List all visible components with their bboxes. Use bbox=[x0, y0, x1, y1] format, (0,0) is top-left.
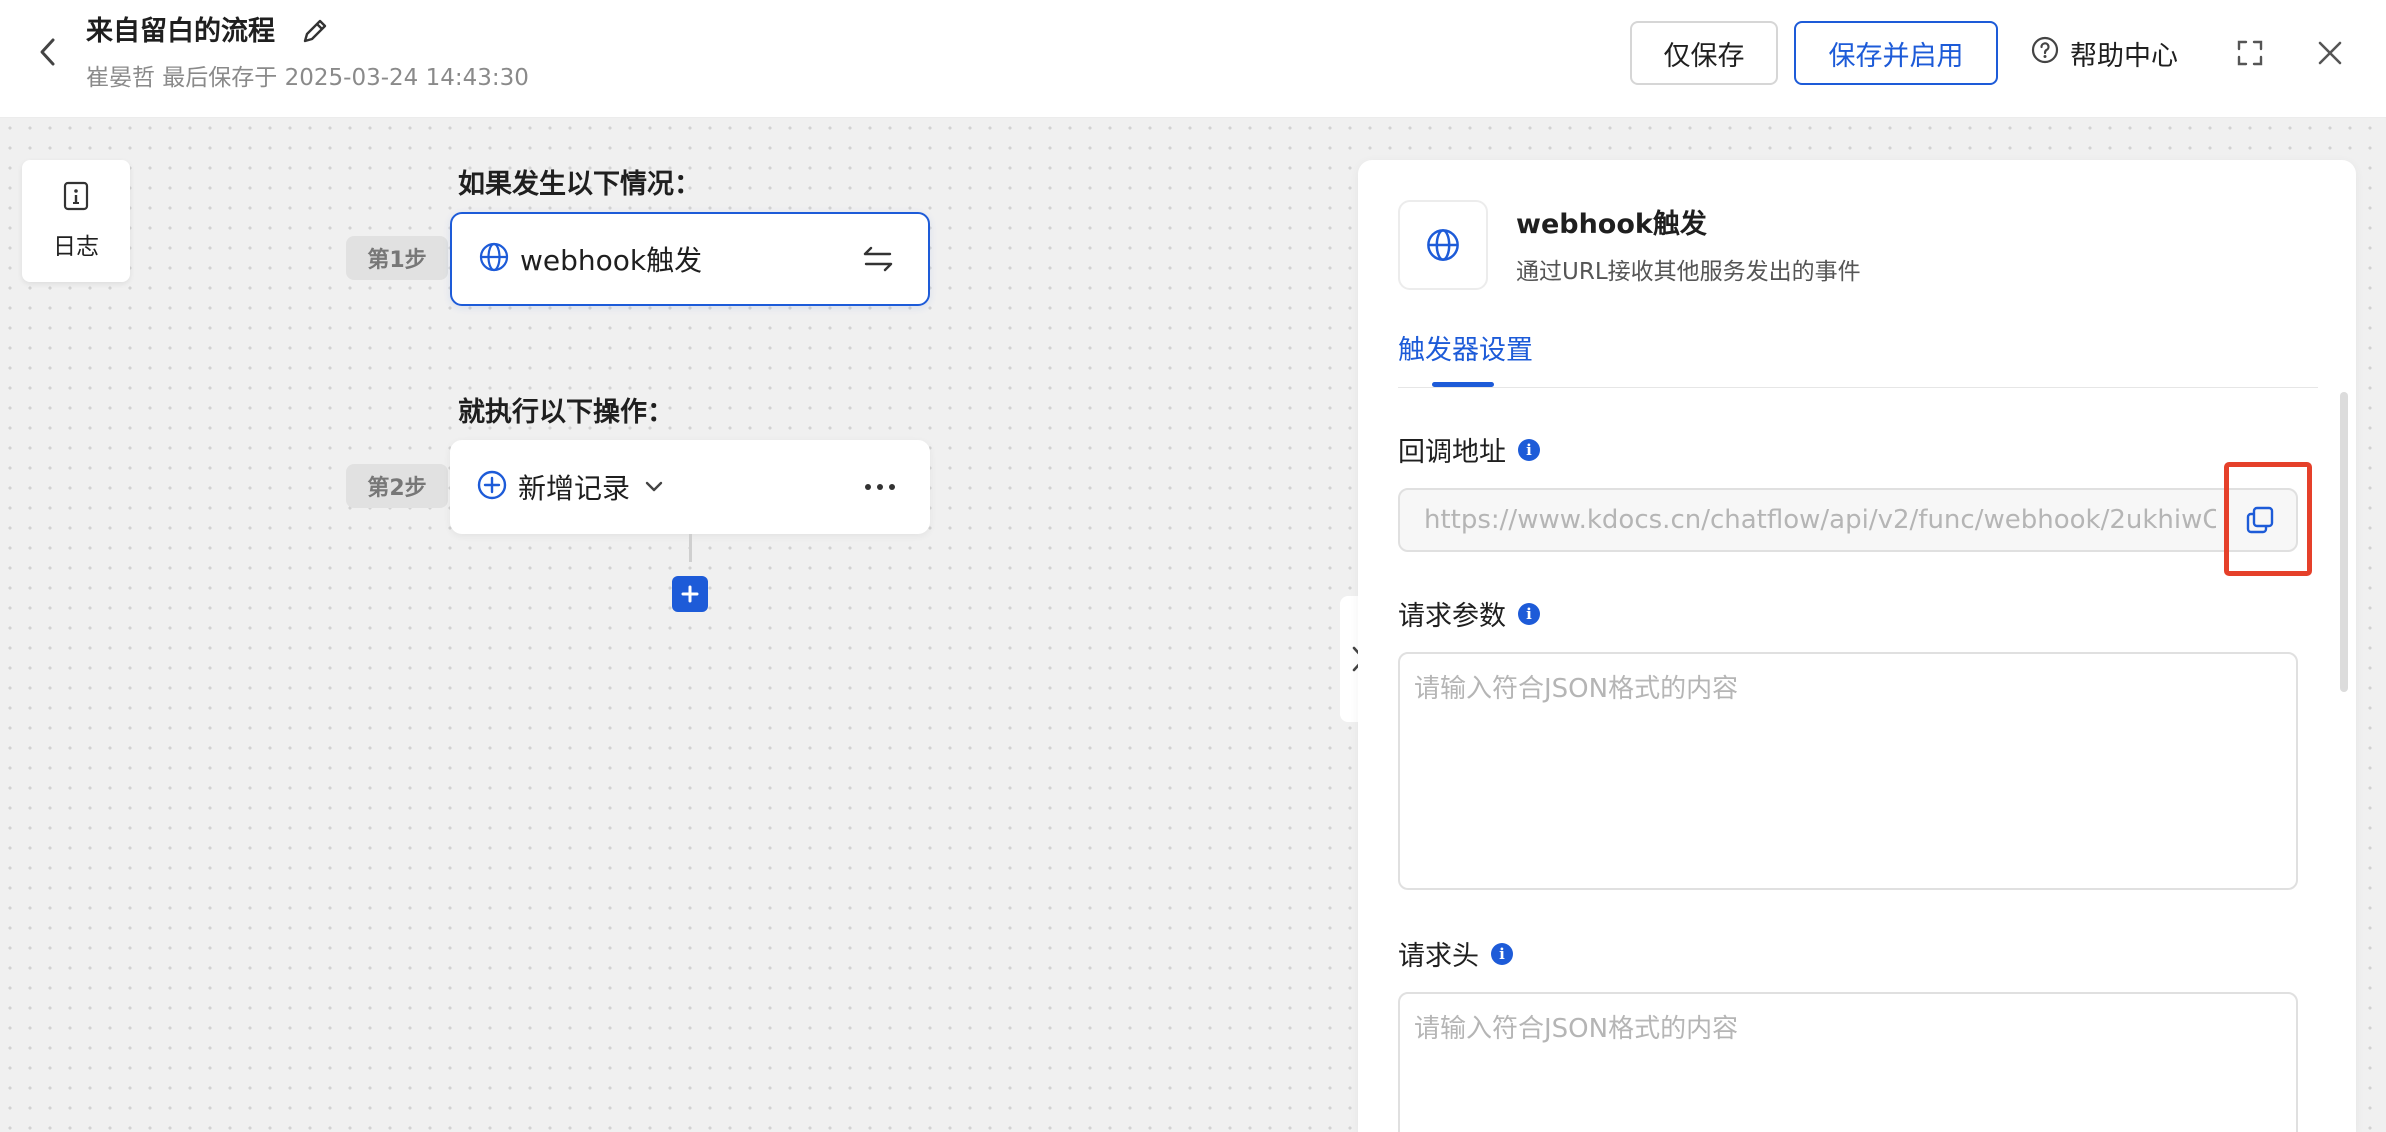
globe-icon bbox=[478, 241, 510, 277]
action-section-label: 就执行以下操作： bbox=[458, 397, 674, 428]
step1-tag: 第1步 bbox=[346, 236, 448, 280]
save-only-button[interactable]: 仅保存 bbox=[1630, 21, 1778, 85]
info-icon[interactable]: i bbox=[1518, 602, 1540, 625]
panel-tabs: 触发器设置 bbox=[1398, 328, 2318, 388]
callback-url-label-text: 回调地址 bbox=[1398, 437, 1506, 468]
request-params-label: 请求参数 i bbox=[1398, 594, 1540, 633]
log-button[interactable]: 日志 bbox=[22, 160, 130, 282]
request-params-label-text: 请求参数 bbox=[1398, 601, 1506, 632]
plus-circle-icon bbox=[476, 469, 508, 505]
copy-button-highlight bbox=[2224, 462, 2312, 576]
fullscreen-expand-icon[interactable] bbox=[2230, 33, 2270, 73]
callback-url-field[interactable]: https://www.kdocs.cn/chatflow/api/v2/fun… bbox=[1398, 488, 2298, 552]
globe-icon bbox=[1398, 200, 1488, 290]
panel-title: webhook触发 bbox=[1516, 209, 1707, 240]
tab-active-indicator bbox=[1432, 382, 1494, 387]
action-node-label: 新增记录 bbox=[518, 472, 631, 505]
close-icon[interactable] bbox=[2310, 33, 2350, 73]
add-step-plus-icon[interactable] bbox=[672, 576, 708, 612]
request-params-textarea[interactable]: 请输入符合JSON格式的内容 bbox=[1398, 652, 2298, 890]
help-center-link[interactable]: 帮助中心 bbox=[2030, 32, 2178, 74]
panel-description: 通过URL接收其他服务发出的事件 bbox=[1516, 259, 1861, 285]
top-header: 来自留白的流程 崔晏哲 最后保存于 2025-03-24 14:43:30 仅保… bbox=[0, 0, 2386, 118]
chevron-down-icon[interactable] bbox=[644, 480, 664, 494]
callback-url-label: 回调地址 i bbox=[1398, 430, 1540, 469]
info-icon[interactable]: i bbox=[1518, 438, 1540, 461]
request-headers-label: 请求头 i bbox=[1398, 934, 1513, 973]
panel-scrollbar[interactable] bbox=[2340, 392, 2348, 692]
save-and-enable-button[interactable]: 保存并启用 bbox=[1794, 21, 1998, 85]
action-node[interactable]: 新增记录 bbox=[450, 440, 930, 534]
back-chevron-icon[interactable] bbox=[30, 34, 66, 70]
info-icon[interactable]: i bbox=[1491, 942, 1513, 965]
last-saved-info: 崔晏哲 最后保存于 2025-03-24 14:43:30 bbox=[86, 65, 529, 91]
help-center-label: 帮助中心 bbox=[2070, 40, 2178, 72]
flow-title: 来自留白的流程 bbox=[86, 16, 275, 47]
request-headers-label-text: 请求头 bbox=[1398, 941, 1479, 972]
trigger-section-label: 如果发生以下情况： bbox=[458, 169, 701, 200]
log-info-icon bbox=[62, 181, 90, 215]
question-circle-icon bbox=[2030, 35, 2060, 72]
trigger-node[interactable]: webhook触发 bbox=[450, 212, 930, 306]
log-label: 日志 bbox=[53, 234, 99, 260]
more-dots-icon[interactable] bbox=[860, 467, 900, 507]
trigger-settings-panel: webhook触发 通过URL接收其他服务发出的事件 触发器设置 回调地址 i … bbox=[1358, 160, 2356, 1132]
request-headers-textarea[interactable]: 请输入符合JSON格式的内容 bbox=[1398, 992, 2298, 1132]
tab-trigger-settings[interactable]: 触发器设置 bbox=[1398, 328, 1533, 367]
trigger-node-label: webhook触发 bbox=[520, 244, 703, 277]
step2-tag: 第2步 bbox=[346, 464, 448, 508]
callback-url-value: https://www.kdocs.cn/chatflow/api/v2/fun… bbox=[1424, 505, 2216, 535]
swap-arrows-icon[interactable] bbox=[858, 239, 898, 279]
flow-connector bbox=[689, 534, 692, 562]
pencil-icon[interactable] bbox=[298, 14, 332, 48]
